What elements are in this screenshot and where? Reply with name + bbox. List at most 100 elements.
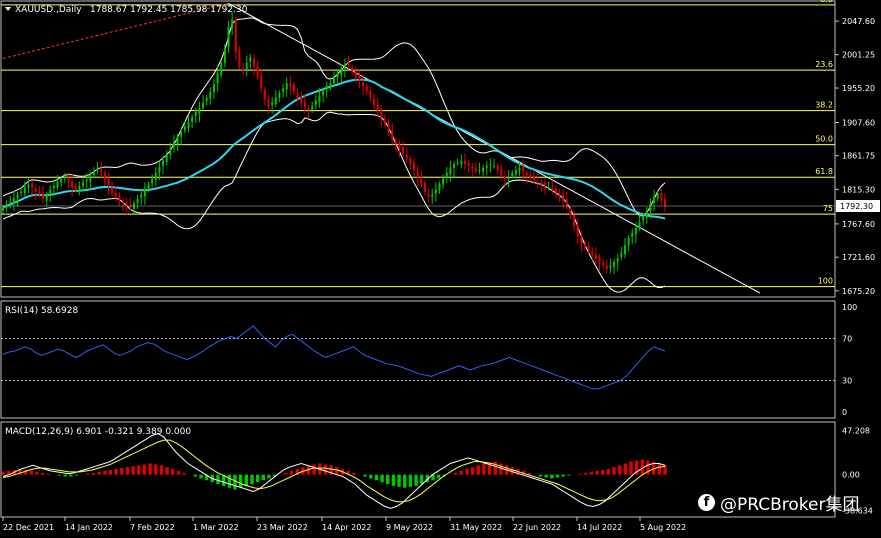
symbol-label: XAUUSD.,Daily: [15, 5, 82, 15]
candle-body: [478, 170, 481, 171]
candle-body: [311, 106, 314, 110]
candle-body: [216, 73, 219, 84]
candle-body: [373, 99, 376, 105]
bollinger-bands: [2, 17, 666, 293]
candle-body: [413, 162, 416, 170]
price-tick-label: 1815.30: [842, 185, 875, 194]
candle-body: [434, 189, 437, 194]
candle-body: [23, 187, 26, 194]
candle-body: [12, 198, 15, 204]
candle-body: [471, 167, 474, 169]
candle-body: [598, 256, 601, 262]
candle-body: [489, 164, 492, 166]
candle-body: [369, 90, 372, 98]
candle-body: [645, 211, 648, 218]
symbol-dropdown-icon[interactable]: [5, 7, 11, 11]
time-tick-label: 23 Mar 2022: [257, 523, 308, 532]
candle-body: [205, 97, 208, 102]
candle-body: [103, 172, 106, 179]
candle-body: [518, 167, 521, 170]
candle-body: [154, 172, 157, 181]
price-tick-label: 1721.60: [842, 253, 875, 262]
candle-body: [573, 214, 576, 226]
candle-body: [263, 89, 266, 100]
candle-body: [562, 194, 565, 201]
candle-body: [522, 166, 525, 172]
candle-body: [256, 66, 259, 78]
candle-body: [111, 187, 114, 194]
rsi-tick-label: 70: [842, 335, 852, 344]
candle-body: [56, 182, 59, 188]
rsi-tick-label: 0: [842, 408, 847, 417]
trading-chart[interactable]: 0.0 23.6 38.2 50.0 61.8 75 100 2047.60 2001.25 1…: [0, 0, 881, 538]
candle-body: [234, 19, 237, 52]
candle-body: [605, 265, 608, 270]
candle-body: [187, 122, 190, 128]
watermark: f @PRCBroker集团: [698, 490, 859, 515]
candle-body: [340, 68, 343, 76]
candle-body: [420, 177, 423, 185]
candle-body: [332, 78, 336, 84]
time-tick-label: 14 Jul 2022: [577, 523, 622, 532]
candle-body: [493, 165, 496, 167]
candle-body: [351, 67, 354, 72]
candle-body: [278, 93, 281, 98]
candle-body: [151, 178, 154, 184]
candle-body: [107, 177, 110, 186]
bollinger-lower: [2, 111, 666, 293]
candle-body: [92, 171, 95, 176]
rsi-tick-label: 30: [842, 377, 852, 386]
candle-body: [71, 181, 74, 188]
candle-body: [249, 57, 252, 62]
time-tick-label: 22 Jun 2022: [513, 523, 561, 532]
candle-body: [242, 67, 245, 71]
candle-body: [543, 183, 546, 186]
candle-body: [642, 216, 645, 221]
rsi-label: RSI(14) 58.6928: [5, 306, 78, 316]
candle-body: [325, 86, 328, 89]
candle-body: [496, 165, 499, 170]
candle-body: [551, 187, 554, 190]
candle-body: [503, 176, 506, 179]
candle-body: [336, 73, 339, 78]
candle-body: [620, 252, 623, 257]
candle-body: [82, 182, 85, 186]
fib-level-label: 75: [823, 204, 833, 213]
candle-body: [267, 99, 270, 107]
candle-body: [602, 263, 605, 266]
candle-body: [274, 97, 277, 105]
candle-body: [656, 193, 659, 199]
rsi-line: [2, 325, 666, 390]
candle-body: [34, 188, 37, 192]
candle-body: [362, 82, 365, 86]
candle-body: [660, 193, 663, 201]
candle-body: [613, 261, 616, 268]
price-panel-frame: [0, 0, 836, 298]
candle-body: [394, 140, 397, 144]
candle-body: [16, 194, 19, 199]
candle-body: [172, 142, 175, 147]
candle-body: [569, 209, 572, 215]
candle-body: [285, 83, 288, 90]
candle-body: [500, 168, 503, 176]
candle-body: [292, 84, 295, 92]
candle-body: [296, 93, 299, 98]
candle-body: [165, 154, 168, 163]
time-tick-label: 9 May 2022: [386, 523, 433, 532]
candle-body: [318, 95, 321, 102]
candle-body: [231, 19, 234, 29]
candle-body: [27, 184, 30, 188]
time-tick-label: 1 Mar 2022: [193, 523, 239, 532]
price-tick-label: 2047.60: [842, 17, 875, 26]
candle-body: [449, 167, 452, 175]
rsi-tick-label: 100: [842, 303, 857, 312]
candle-body: [1, 207, 5, 211]
candle-body: [74, 185, 77, 190]
candle-body: [38, 191, 41, 195]
candle-body: [45, 194, 48, 201]
candle-body: [60, 178, 63, 183]
candle-body: [616, 258, 619, 262]
candle-body: [649, 204, 652, 212]
trendlines: [2, 2, 761, 294]
candle-body: [402, 146, 405, 154]
